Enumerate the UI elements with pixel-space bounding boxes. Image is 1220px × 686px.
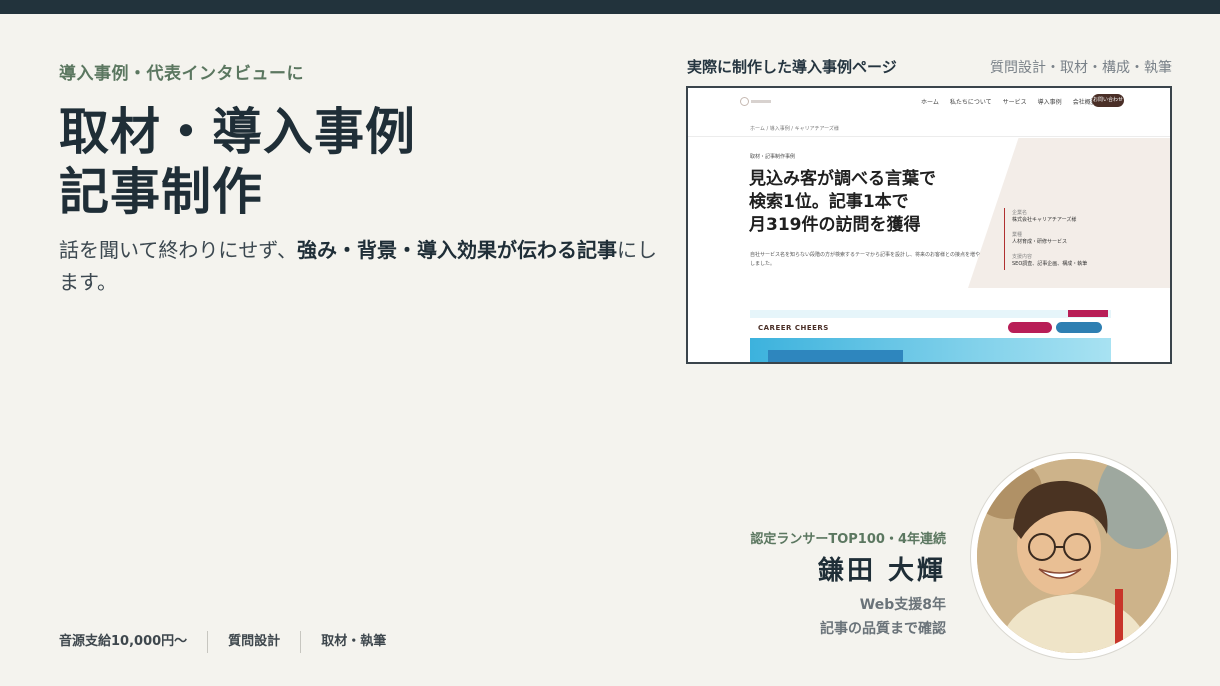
case-title: 実際に制作した導入事例ページ bbox=[687, 58, 897, 76]
top-bar bbox=[0, 0, 1220, 14]
screenshot-nav-item: 導入事例 bbox=[1037, 99, 1062, 106]
footer-item-question: 質問設計 bbox=[228, 634, 281, 649]
avatar-portrait-icon bbox=[977, 459, 1171, 653]
screenshot-info-item: 支援内容 SEO調査、記事企画、構成・執筆 bbox=[1012, 253, 1087, 267]
screenshot-info-item: 業種 人材育成・研修サービス bbox=[1012, 231, 1067, 245]
screenshot-nav-item: サービス bbox=[1002, 99, 1027, 106]
banner-headline-block bbox=[768, 350, 903, 362]
screenshot-info-item: 企業名 株式会社キャリアチアーズ様 bbox=[1012, 209, 1076, 223]
screenshot-article-title: 見込み客が調べる言葉で 検索1位。記事1本で 月319件の訪問を獲得 bbox=[749, 168, 936, 237]
screenshot-nav: ホーム 私たちについて サービス 導入事例 会社概要 お問い合わせ bbox=[688, 88, 1170, 114]
screenshot-nav-item: ホーム bbox=[921, 99, 939, 106]
avatar bbox=[977, 459, 1171, 653]
screenshot-info-value: SEO調査、記事企画、構成・執筆 bbox=[1012, 261, 1088, 267]
screenshot-kicker: 取材・記事制作事例 bbox=[750, 154, 796, 160]
screenshot-breadcrumb: ホーム / 導入事例 / キャリアチアーズ様 bbox=[750, 126, 839, 132]
avatar-frame bbox=[971, 453, 1177, 659]
footer-divider bbox=[207, 630, 209, 653]
screenshot-divider bbox=[688, 136, 1170, 137]
screenshot-logo-icon bbox=[740, 97, 749, 106]
case-screenshot: ホーム 私たちについて サービス 導入事例 会社概要 お問い合わせ ホーム / 導入事例… bbox=[686, 86, 1172, 364]
footer-divider bbox=[300, 630, 302, 653]
banner-tag bbox=[1068, 310, 1108, 317]
screenshot-info-label: 企業名 bbox=[1012, 210, 1028, 216]
banner-pill-contact bbox=[1056, 322, 1102, 333]
screenshot-info-label: 支援内容 bbox=[1012, 254, 1033, 260]
screenshot-info-accent bbox=[1004, 208, 1005, 270]
screenshot-article-title-line: 見込み客が調べる言葉で bbox=[749, 169, 936, 189]
profile-quality: 記事の品質まで確認 bbox=[820, 621, 946, 637]
profile-name: 鎌田 大輝 bbox=[817, 556, 946, 586]
screenshot-logo-text bbox=[751, 100, 771, 103]
screenshot-client-banner: CAREER CHEERS bbox=[750, 310, 1111, 362]
screenshot-info-value: 株式会社キャリアチアーズ様 bbox=[1012, 217, 1077, 223]
banner-pill-download bbox=[1008, 322, 1052, 333]
profile-badge: 認定ランサーTOP100・4年連続 bbox=[750, 532, 946, 547]
screenshot-nav-items: ホーム 私たちについて サービス 導入事例 会社概要 bbox=[921, 97, 1108, 106]
hero-eyebrow: 導入事例・代表インタビューに bbox=[59, 64, 304, 84]
case-meta: 質問設計・取材・構成・執筆 bbox=[990, 60, 1172, 76]
screenshot-article-title-line: 検索1位。記事1本で bbox=[749, 192, 909, 212]
hero-title: 取材・導入事例 記事制作 bbox=[59, 102, 416, 222]
hero-lead: 話を聞いて終わりにせず、強み・背景・導入効果が伝わる記事にします。 bbox=[59, 234, 659, 298]
profile-experience: Web支援8年 bbox=[859, 597, 946, 613]
screenshot-nav-item: 私たちについて bbox=[949, 99, 992, 106]
footer-item-writing: 取材・執筆 bbox=[321, 634, 387, 649]
hero-title-line-2: 記事制作 bbox=[59, 163, 263, 221]
screenshot-article-title-line: 月319件の訪問を獲得 bbox=[749, 215, 921, 235]
screenshot-info-value: 人材育成・研修サービス bbox=[1012, 239, 1068, 245]
screenshot-info-label: 業種 bbox=[1012, 232, 1023, 238]
screenshot-contact-button: お問い合わせ bbox=[1092, 94, 1124, 107]
screenshot-article-desc: 自社サービス名を知らない段階の方が検索するテーマから記事を設計し、将来のお客様と… bbox=[750, 252, 980, 267]
profile: 認定ランサーTOP100・4年連続 鎌田 大輝 Web支援8年 記事の品質まで確… bbox=[750, 528, 946, 638]
banner-top-strip bbox=[750, 310, 1111, 318]
hero-lead-plain: 話を聞いて終わりにせず、 bbox=[59, 238, 297, 262]
hero-title-line-1: 取材・導入事例 bbox=[59, 103, 416, 161]
footer-item-price: 音源支給10,000円〜 bbox=[59, 634, 188, 649]
footer-features: 音源支給10,000円〜 質問設計 取材・執筆 bbox=[59, 630, 386, 653]
hero-lead-bold: 強み・背景・導入効果が伝わる記事 bbox=[297, 238, 617, 262]
banner-logo: CAREER CHEERS bbox=[758, 324, 829, 332]
